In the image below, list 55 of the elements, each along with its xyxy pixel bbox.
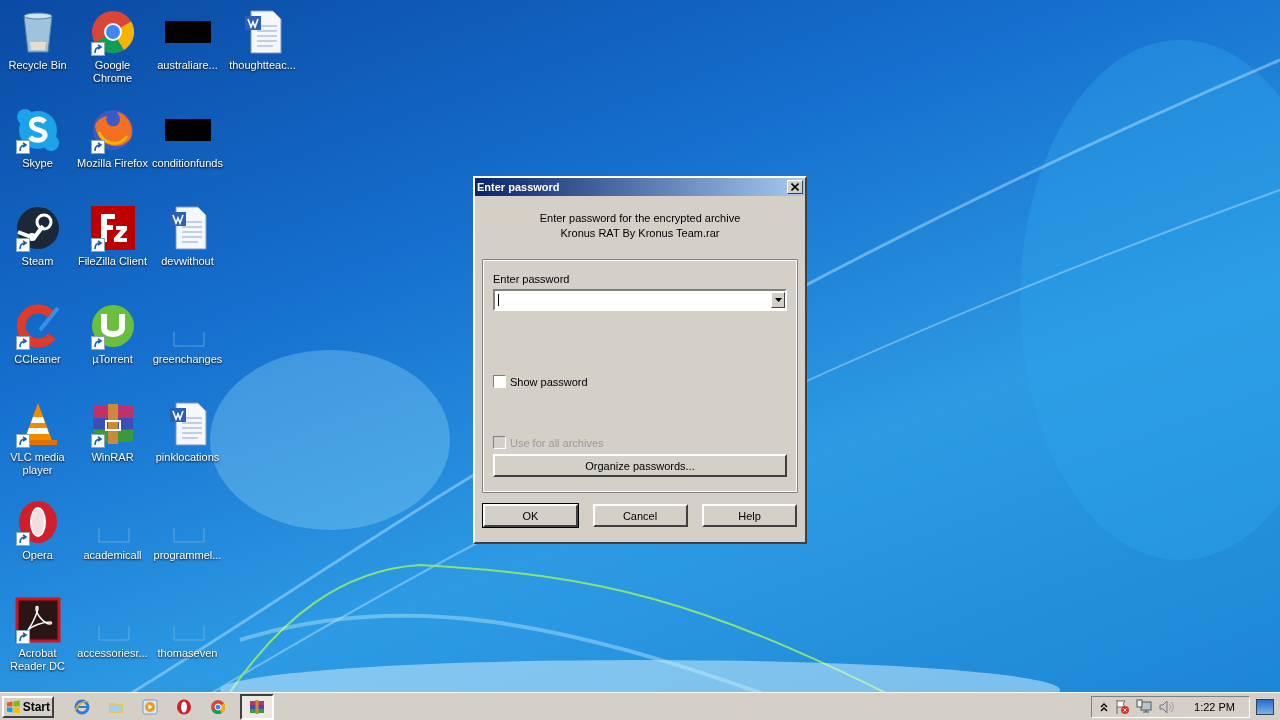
- icon-label[interactable]: Steam: [0, 255, 75, 268]
- dialog-button[interactable]: OK: [483, 504, 578, 527]
- play-icon: [142, 698, 158, 715]
- stacked-books-icon: [249, 698, 265, 715]
- icon-label[interactable]: thoughtteac...: [225, 59, 300, 72]
- flag-icon[interactable]: [1114, 698, 1131, 715]
- window-title: Enter password: [477, 181, 560, 193]
- dialog-message: Enter password for the encrypted archive: [539, 211, 741, 226]
- icon-label[interactable]: conditionfunds: [150, 157, 225, 170]
- close-button[interactable]: [787, 180, 803, 194]
- icon-label[interactable]: devwithout: [150, 255, 225, 268]
- icon-label[interactable]: pinklocations: [150, 451, 225, 464]
- icon-label[interactable]: australiare...: [150, 59, 225, 72]
- password-field[interactable]: [493, 289, 787, 311]
- icon-label[interactable]: greenchanges: [150, 353, 225, 366]
- taskbar-button[interactable]: [240, 693, 274, 720]
- checkbox[interactable]: [493, 375, 506, 388]
- network-icon[interactable]: [1136, 698, 1153, 715]
- checkbox-label: Show password: [510, 375, 588, 388]
- redaction-block: [164, 21, 211, 43]
- windows-flag-icon: [6, 698, 21, 715]
- icon-label[interactable]: programmel...: [150, 549, 225, 562]
- icon-label[interactable]: Opera: [0, 549, 75, 562]
- start-button[interactable]: Start: [2, 695, 54, 718]
- icon-label[interactable]: Skype: [0, 157, 75, 170]
- dialog-button[interactable]: Cancel: [592, 504, 688, 527]
- field-label: Enter password: [493, 273, 571, 285]
- chevron-up-icon[interactable]: [1100, 701, 1109, 712]
- icon-label[interactable]: academicall: [75, 549, 150, 562]
- ring-logo-icon: [210, 698, 226, 715]
- icon-label[interactable]: VLC media player: [0, 451, 75, 477]
- organize-button[interactable]: Organize passwords...: [493, 454, 787, 477]
- clock-text[interactable]: 1:22 PM: [1194, 700, 1235, 713]
- dialog-message: Kronus RAT By Kronus Team.rar: [560, 226, 720, 241]
- speaker-icon[interactable]: [1158, 698, 1175, 715]
- oval-ring-icon: [176, 698, 192, 715]
- redaction-block: [164, 119, 211, 141]
- icon-label[interactable]: Google Chrome: [75, 59, 150, 85]
- close-icon: [791, 183, 799, 191]
- framed-logo-icon[interactable]: [13, 596, 62, 644]
- dialog-button[interactable]: Help: [702, 504, 797, 527]
- dropdown-button[interactable]: [771, 292, 785, 308]
- browser-e-icon: [74, 698, 90, 715]
- icon-label[interactable]: accessoriesr...: [75, 647, 150, 660]
- caret-icon: [774, 298, 782, 302]
- icon-label[interactable]: CCleaner: [0, 353, 75, 366]
- icon-label[interactable]: Acrobat Reader DC: [0, 647, 75, 673]
- icon-label[interactable]: µTorrent: [75, 353, 150, 366]
- icon-label[interactable]: FileZilla Client: [75, 255, 150, 268]
- icon-label[interactable]: Mozilla Firefox: [75, 157, 150, 170]
- show-desktop-button[interactable]: [1256, 698, 1274, 715]
- icon-label[interactable]: thomaseven: [150, 647, 225, 660]
- icon-label[interactable]: WinRAR: [75, 451, 150, 464]
- app-tile-icon[interactable]: [88, 204, 137, 252]
- icon-label[interactable]: Recycle Bin: [0, 59, 75, 72]
